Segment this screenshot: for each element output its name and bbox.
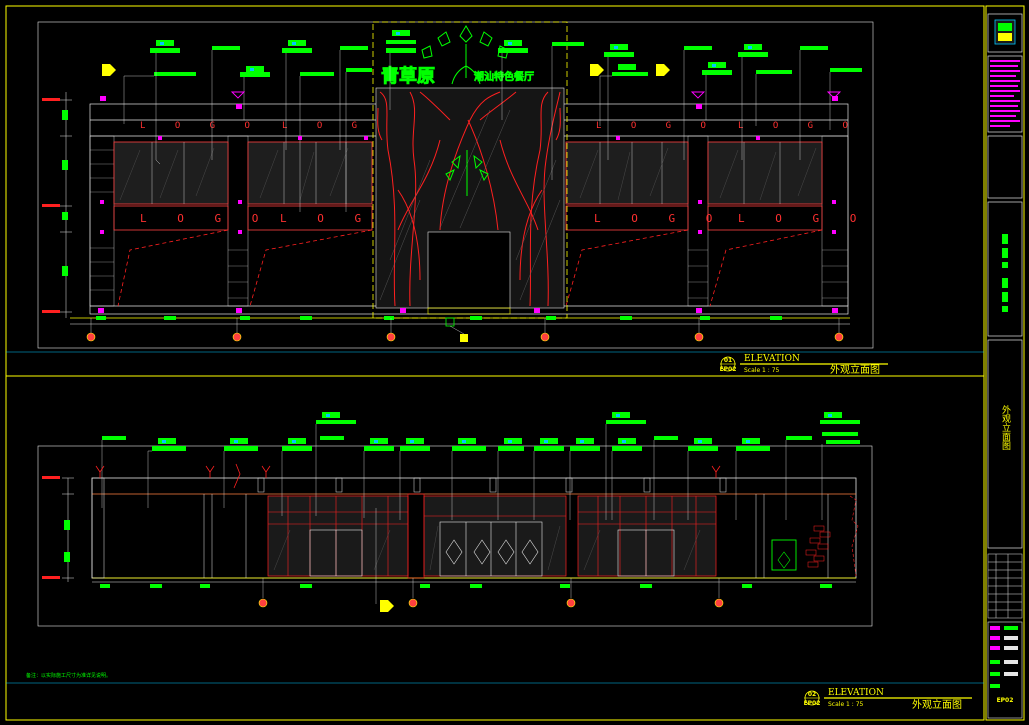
revision-table xyxy=(987,553,1023,619)
vertical-dimensions xyxy=(42,92,72,318)
brand-name: 青草原 xyxy=(381,65,435,87)
logo-text-4: L O G O xyxy=(738,212,868,225)
elevation-02-scale: Scale 1 : 75 xyxy=(828,701,864,708)
elevation-01-sheet: EP02 xyxy=(720,366,737,373)
logo-text-5: L O G O xyxy=(140,121,262,131)
logo-text-7: L O G O xyxy=(596,121,718,131)
parapet-notches xyxy=(257,477,727,493)
elevation-02-title-en: ELEVATION xyxy=(828,688,884,698)
side-vertical-dimensions xyxy=(42,476,74,582)
sheet-number: EP02 xyxy=(997,697,1014,704)
elevation-01: L O G O L O G O L O G O L O G O L O G O … xyxy=(37,21,888,376)
logo-text-1: L O G O xyxy=(140,212,270,225)
elevation-02-number: 02 xyxy=(808,691,816,698)
drawing-title-vertical: 外观立面图 xyxy=(1000,404,1011,451)
logo-text-8: L O G O xyxy=(738,121,860,131)
side-glazing xyxy=(267,493,717,579)
elevation-02: 备注：以实际施工尺寸为准详见说明。 02 EP02 ELEVATION Scal… xyxy=(26,412,972,711)
elevation-01-title-cn: 外观立面图 xyxy=(830,363,880,376)
elevation-01-scale: Scale 1 : 75 xyxy=(744,367,780,374)
title-block: 外观立面图 EP02 xyxy=(985,5,1025,721)
central-entrance: 青草原 潮汕特色餐厅 xyxy=(372,21,568,319)
elevation-01-title: 01 EP02 ELEVATION Scale 1 : 75 外观立面图 xyxy=(720,354,888,376)
drawing-note: 备注：以实际施工尺寸为准详见说明。 xyxy=(26,672,111,679)
arrow-marker-icon xyxy=(380,600,394,612)
elevation-02-title-cn: 外观立面图 xyxy=(912,698,962,711)
elevation-01-number: 01 xyxy=(724,357,732,364)
side-grid-line xyxy=(100,578,832,612)
section-marker-icon xyxy=(445,317,468,342)
logo-text-3: L O G O xyxy=(594,212,724,225)
sign-off-table: EP02 xyxy=(987,621,1023,719)
project-name-vertical xyxy=(1002,234,1008,312)
elevation-01-title-en: ELEVATION xyxy=(744,354,800,364)
grid-line-axis xyxy=(70,316,850,342)
company-logo-icon xyxy=(994,19,1016,45)
title-block-notes xyxy=(990,60,1020,127)
elevation-02-sheet: EP02 xyxy=(804,700,821,707)
elevation-02-title: 02 EP02 ELEVATION Scale 1 : 75 外观立面图 xyxy=(804,688,972,711)
brand-subtitle: 潮汕特色餐厅 xyxy=(474,70,534,83)
